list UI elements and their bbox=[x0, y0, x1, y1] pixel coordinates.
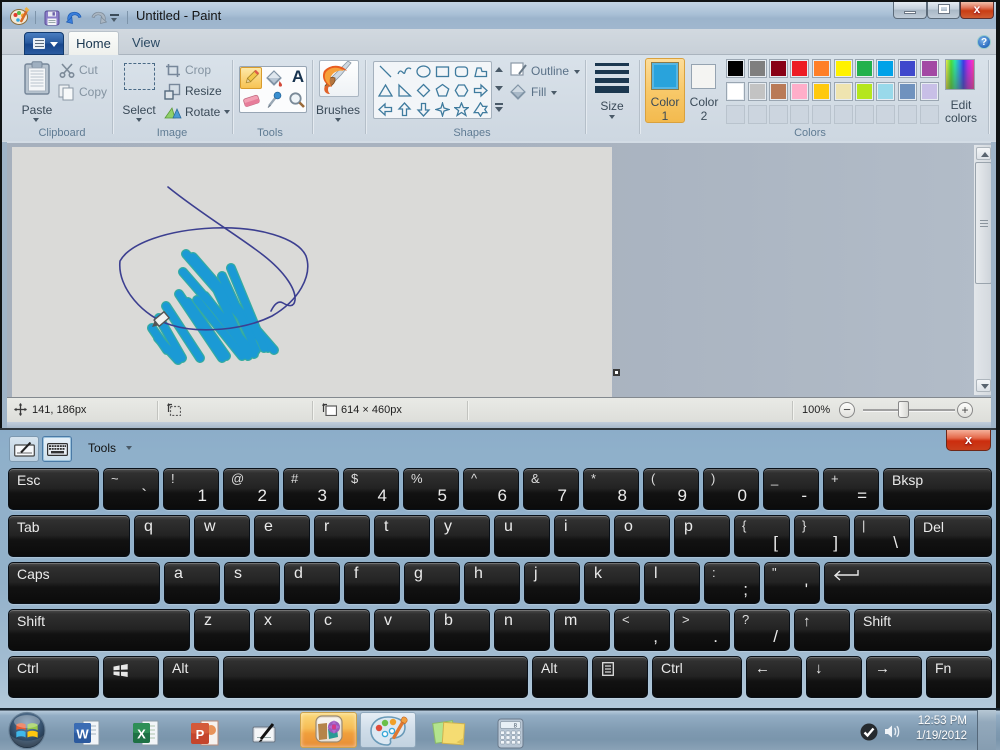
svg-text:W: W bbox=[76, 727, 89, 742]
svg-text:P: P bbox=[196, 727, 205, 742]
svg-text:X: X bbox=[137, 727, 146, 742]
